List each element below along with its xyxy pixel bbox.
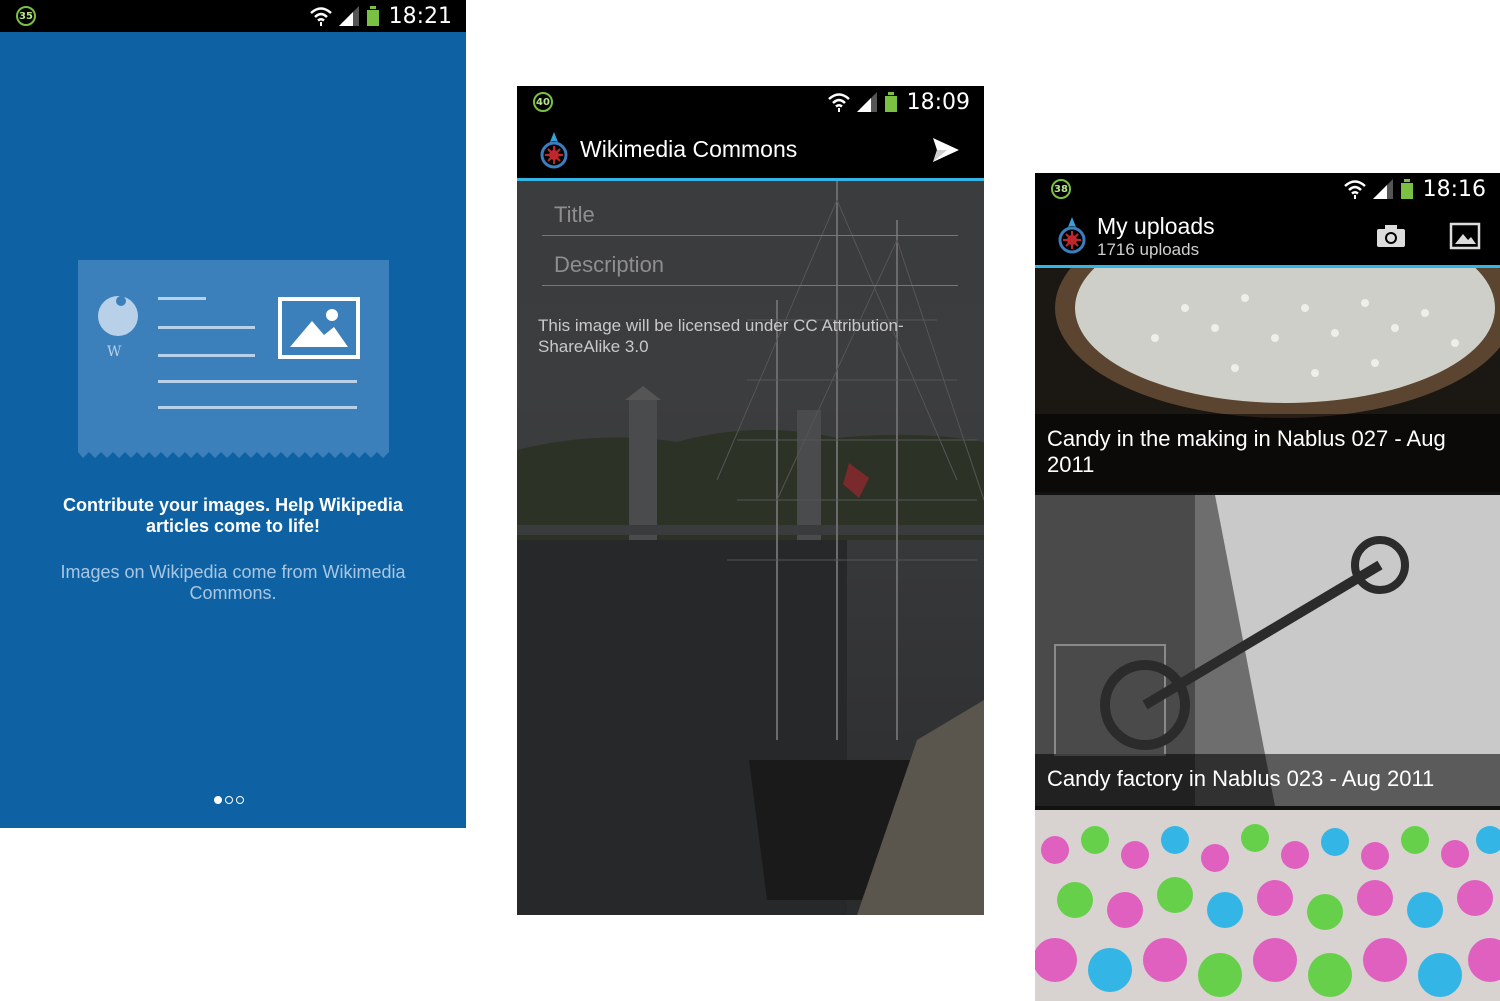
landscape-icon	[290, 309, 348, 347]
title-field[interactable]: Title	[542, 192, 958, 236]
notification-badge: 38	[1051, 179, 1071, 199]
uploads-screen: 38 18:16 My uploads 1716 uploads Candy i…	[1035, 173, 1500, 1001]
notification-badge: 40	[533, 92, 553, 112]
upload-item[interactable]: Candy in the making in Nablus 027 - Aug …	[1035, 268, 1500, 492]
upload-count: 1716 uploads	[1097, 240, 1200, 259]
upload-item[interactable]	[1035, 810, 1500, 1001]
onboarding-subtext: Images on Wikipedia come from Wikimedia …	[60, 562, 406, 603]
wikipedia-globe-icon	[98, 296, 138, 336]
page-indicator[interactable]	[214, 796, 244, 804]
page-dot-2[interactable]	[225, 796, 233, 804]
action-bar-divider	[517, 178, 984, 181]
onboarding-screen: 35 18:21 W Contribute your images. Help …	[0, 0, 466, 828]
license-notice: This image will be licensed under CC Att…	[538, 316, 904, 356]
status-time: 18:09	[906, 89, 970, 115]
wifi-icon	[309, 7, 332, 26]
text-line	[158, 354, 255, 357]
upload-caption: Candy in the making in Nablus 027 - Aug …	[1035, 414, 1500, 492]
text-line	[158, 326, 255, 329]
send-icon[interactable]	[931, 136, 961, 164]
commons-logo-icon[interactable]	[1055, 215, 1089, 255]
battery-icon	[884, 92, 897, 112]
onboarding-headline: Contribute your images. Help Wikipedia a…	[63, 495, 403, 536]
notification-badge: 35	[16, 6, 36, 26]
status-time: 18:16	[1422, 176, 1486, 202]
upload-screen: 40 18:09 Wikimedia Commons Title Descrip…	[517, 86, 984, 915]
gallery-icon[interactable]	[1449, 221, 1481, 251]
status-time: 18:21	[388, 3, 452, 29]
upload-caption: Candy factory in Nablus 023 - Aug 2011	[1035, 754, 1500, 806]
wifi-icon	[827, 93, 850, 112]
battery-icon	[1400, 179, 1413, 199]
status-bar: 40 18:09	[517, 86, 984, 118]
text-line	[158, 406, 357, 409]
wikipedia-wordmark: W	[107, 344, 122, 360]
signal-icon	[856, 92, 877, 112]
text-line	[158, 297, 206, 300]
background-photo	[517, 180, 984, 915]
app-title: Wikimedia Commons	[580, 136, 798, 162]
upload-item[interactable]: Candy factory in Nablus 023 - Aug 2011	[1035, 495, 1500, 806]
screen-title: My uploads	[1097, 213, 1215, 239]
signal-icon	[1372, 179, 1393, 199]
text-line	[158, 380, 357, 383]
page-dot-1[interactable]	[214, 796, 222, 804]
wifi-icon	[1343, 180, 1366, 199]
description-field[interactable]: Description	[542, 242, 958, 286]
page-dot-3[interactable]	[236, 796, 244, 804]
signal-icon	[338, 6, 359, 26]
commons-logo-icon[interactable]	[537, 130, 571, 170]
image-placeholder-icon	[278, 297, 360, 359]
camera-icon[interactable]	[1375, 221, 1407, 251]
upload-thumbnail	[1035, 810, 1500, 1001]
battery-icon	[366, 6, 379, 26]
card-zigzag-edge	[78, 450, 389, 458]
status-bar: 38 18:16	[1035, 173, 1500, 205]
status-bar: 35 18:21	[0, 0, 466, 32]
